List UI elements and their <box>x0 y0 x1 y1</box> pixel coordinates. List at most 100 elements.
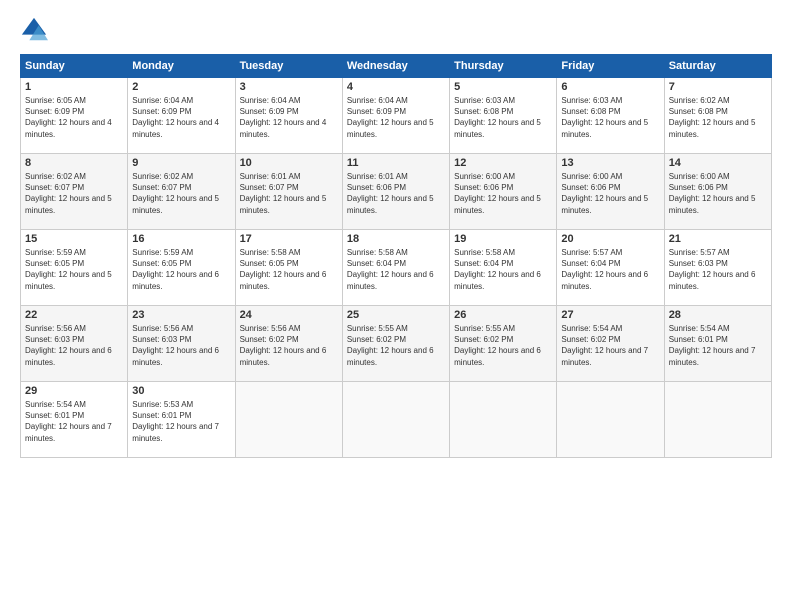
cal-cell: 23 Sunrise: 5:56 AMSunset: 6:03 PMDayligh… <box>128 306 235 382</box>
cal-cell <box>557 382 664 458</box>
day-number: 8 <box>25 157 123 169</box>
cal-cell: 28 Sunrise: 5:54 AMSunset: 6:01 PMDayligh… <box>664 306 771 382</box>
day-info: Sunrise: 5:58 AMSunset: 6:04 PMDaylight:… <box>454 248 541 291</box>
day-info: Sunrise: 5:56 AMSunset: 6:02 PMDaylight:… <box>240 324 327 367</box>
day-info: Sunrise: 6:02 AMSunset: 6:07 PMDaylight:… <box>25 172 112 215</box>
cal-cell: 15 Sunrise: 5:59 AMSunset: 6:05 PMDayligh… <box>21 230 128 306</box>
day-info: Sunrise: 6:01 AMSunset: 6:07 PMDaylight:… <box>240 172 327 215</box>
day-number: 28 <box>669 309 767 321</box>
day-info: Sunrise: 6:04 AMSunset: 6:09 PMDaylight:… <box>132 96 219 139</box>
day-number: 13 <box>561 157 659 169</box>
cal-cell: 5 Sunrise: 6:03 AMSunset: 6:08 PMDaylight… <box>450 78 557 154</box>
cal-cell: 26 Sunrise: 5:55 AMSunset: 6:02 PMDayligh… <box>450 306 557 382</box>
cal-cell <box>342 382 449 458</box>
cal-cell <box>664 382 771 458</box>
cal-cell: 4 Sunrise: 6:04 AMSunset: 6:09 PMDaylight… <box>342 78 449 154</box>
day-info: Sunrise: 5:55 AMSunset: 6:02 PMDaylight:… <box>454 324 541 367</box>
cal-cell: 2 Sunrise: 6:04 AMSunset: 6:09 PMDaylight… <box>128 78 235 154</box>
day-info: Sunrise: 6:02 AMSunset: 6:08 PMDaylight:… <box>669 96 756 139</box>
day-info: Sunrise: 6:00 AMSunset: 6:06 PMDaylight:… <box>454 172 541 215</box>
day-info: Sunrise: 6:04 AMSunset: 6:09 PMDaylight:… <box>240 96 327 139</box>
logo <box>20 16 52 44</box>
header-row: SundayMondayTuesdayWednesdayThursdayFrid… <box>21 55 772 78</box>
day-number: 26 <box>454 309 552 321</box>
day-number: 27 <box>561 309 659 321</box>
day-number: 29 <box>25 385 123 397</box>
day-info: Sunrise: 6:01 AMSunset: 6:06 PMDaylight:… <box>347 172 434 215</box>
day-number: 11 <box>347 157 445 169</box>
cal-cell: 9 Sunrise: 6:02 AMSunset: 6:07 PMDaylight… <box>128 154 235 230</box>
cal-cell: 6Sunrise: 6:03 AMSunset: 6:08 PMDaylight… <box>557 78 664 154</box>
col-header-friday: Friday <box>557 55 664 78</box>
cal-cell: 16Sunrise: 5:59 AMSunset: 6:05 PMDayligh… <box>128 230 235 306</box>
cal-cell: 13 Sunrise: 6:00 AMSunset: 6:06 PMDayligh… <box>557 154 664 230</box>
week-row-2: 8 Sunrise: 6:02 AMSunset: 6:07 PMDaylight… <box>21 154 772 230</box>
day-info: Sunrise: 5:54 AMSunset: 6:02 PMDaylight:… <box>561 324 648 367</box>
day-number: 1 <box>25 81 123 93</box>
day-number: 2 <box>132 81 230 93</box>
cal-cell: 10 Sunrise: 6:01 AMSunset: 6:07 PMDayligh… <box>235 154 342 230</box>
day-number: 9 <box>132 157 230 169</box>
day-info: Sunrise: 6:03 AMSunset: 6:08 PMDaylight:… <box>561 96 648 139</box>
cal-cell: 22 Sunrise: 5:56 AMSunset: 6:03 PMDayligh… <box>21 306 128 382</box>
cal-cell <box>450 382 557 458</box>
day-number: 10 <box>240 157 338 169</box>
day-info: Sunrise: 5:54 AMSunset: 6:01 PMDaylight:… <box>669 324 756 367</box>
cal-cell: 11 Sunrise: 6:01 AMSunset: 6:06 PMDayligh… <box>342 154 449 230</box>
day-number: 18 <box>347 233 445 245</box>
calendar-table: SundayMondayTuesdayWednesdayThursdayFrid… <box>20 54 772 458</box>
day-info: Sunrise: 5:59 AMSunset: 6:05 PMDaylight:… <box>25 248 112 291</box>
day-number: 5 <box>454 81 552 93</box>
col-header-saturday: Saturday <box>664 55 771 78</box>
day-number: 4 <box>347 81 445 93</box>
col-header-tuesday: Tuesday <box>235 55 342 78</box>
day-number: 17 <box>240 233 338 245</box>
day-info: Sunrise: 6:05 AMSunset: 6:09 PMDaylight:… <box>25 96 112 139</box>
cal-cell: 24 Sunrise: 5:56 AMSunset: 6:02 PMDayligh… <box>235 306 342 382</box>
day-info: Sunrise: 6:03 AMSunset: 6:08 PMDaylight:… <box>454 96 541 139</box>
page: SundayMondayTuesdayWednesdayThursdayFrid… <box>0 0 792 612</box>
day-info: Sunrise: 5:56 AMSunset: 6:03 PMDaylight:… <box>132 324 219 367</box>
cal-cell: 29 Sunrise: 5:54 AMSunset: 6:01 PMDayligh… <box>21 382 128 458</box>
logo-icon <box>20 16 48 44</box>
cal-cell: 8 Sunrise: 6:02 AMSunset: 6:07 PMDaylight… <box>21 154 128 230</box>
cal-cell: 7 Sunrise: 6:02 AMSunset: 6:08 PMDaylight… <box>664 78 771 154</box>
week-row-5: 29 Sunrise: 5:54 AMSunset: 6:01 PMDayligh… <box>21 382 772 458</box>
day-info: Sunrise: 6:02 AMSunset: 6:07 PMDaylight:… <box>132 172 219 215</box>
col-header-thursday: Thursday <box>450 55 557 78</box>
day-number: 7 <box>669 81 767 93</box>
day-number: 15 <box>25 233 123 245</box>
week-row-4: 22 Sunrise: 5:56 AMSunset: 6:03 PMDayligh… <box>21 306 772 382</box>
day-info: Sunrise: 5:59 AMSunset: 6:05 PMDaylight:… <box>132 248 219 291</box>
cal-cell: 25Sunrise: 5:55 AMSunset: 6:02 PMDayligh… <box>342 306 449 382</box>
day-number: 20 <box>561 233 659 245</box>
day-info: Sunrise: 5:58 AMSunset: 6:05 PMDaylight:… <box>240 248 327 291</box>
day-info: Sunrise: 5:54 AMSunset: 6:01 PMDaylight:… <box>25 400 112 443</box>
cal-cell: 1 Sunrise: 6:05 AMSunset: 6:09 PMDaylight… <box>21 78 128 154</box>
col-header-monday: Monday <box>128 55 235 78</box>
cal-cell: 17 Sunrise: 5:58 AMSunset: 6:05 PMDayligh… <box>235 230 342 306</box>
day-info: Sunrise: 5:57 AMSunset: 6:04 PMDaylight:… <box>561 248 648 291</box>
cal-cell: 30Sunrise: 5:53 AMSunset: 6:01 PMDayligh… <box>128 382 235 458</box>
day-info: Sunrise: 6:00 AMSunset: 6:06 PMDaylight:… <box>669 172 756 215</box>
cal-cell: 21Sunrise: 5:57 AMSunset: 6:03 PMDayligh… <box>664 230 771 306</box>
day-info: Sunrise: 5:53 AMSunset: 6:01 PMDaylight:… <box>132 400 219 443</box>
cal-cell: 14 Sunrise: 6:00 AMSunset: 6:06 PMDayligh… <box>664 154 771 230</box>
cal-cell: 12Sunrise: 6:00 AMSunset: 6:06 PMDayligh… <box>450 154 557 230</box>
week-row-3: 15 Sunrise: 5:59 AMSunset: 6:05 PMDayligh… <box>21 230 772 306</box>
day-number: 24 <box>240 309 338 321</box>
cal-cell: 27 Sunrise: 5:54 AMSunset: 6:02 PMDayligh… <box>557 306 664 382</box>
day-info: Sunrise: 6:00 AMSunset: 6:06 PMDaylight:… <box>561 172 648 215</box>
day-number: 25 <box>347 309 445 321</box>
day-number: 22 <box>25 309 123 321</box>
day-number: 23 <box>132 309 230 321</box>
day-number: 14 <box>669 157 767 169</box>
cal-cell: 19Sunrise: 5:58 AMSunset: 6:04 PMDayligh… <box>450 230 557 306</box>
cal-cell: 3Sunrise: 6:04 AMSunset: 6:09 PMDaylight… <box>235 78 342 154</box>
header <box>20 16 772 44</box>
cal-cell: 20 Sunrise: 5:57 AMSunset: 6:04 PMDayligh… <box>557 230 664 306</box>
day-info: Sunrise: 5:56 AMSunset: 6:03 PMDaylight:… <box>25 324 112 367</box>
day-info: Sunrise: 6:04 AMSunset: 6:09 PMDaylight:… <box>347 96 434 139</box>
col-header-wednesday: Wednesday <box>342 55 449 78</box>
col-header-sunday: Sunday <box>21 55 128 78</box>
